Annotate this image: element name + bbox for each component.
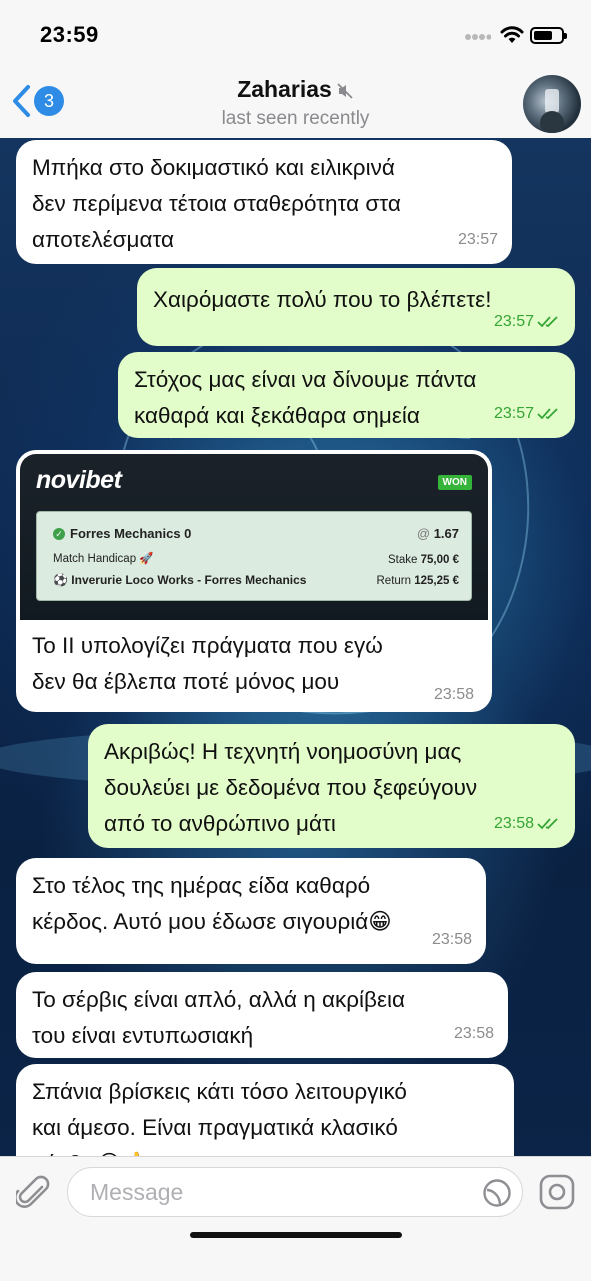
stake-value: 75,00 € xyxy=(420,554,459,566)
message-bubble-incoming[interactable]: Στο τέλος της ημέρας είδα καθαρό κέρδος.… xyxy=(16,858,486,964)
camera-icon[interactable] xyxy=(538,1173,576,1211)
stake-label: Stake xyxy=(388,554,418,566)
message-time: 23:58 xyxy=(431,931,472,948)
status-bar: 23:59 xyxy=(0,0,591,72)
last-seen-status: last seen recently xyxy=(221,108,370,129)
message-time: 23:57 xyxy=(493,313,534,330)
message-bubble-outgoing[interactable]: Στόχος μας είναι να δίνουμε πάντα καθαρά… xyxy=(118,352,575,438)
bet-selection: ✓ Forres Mechanics 0 xyxy=(53,526,191,541)
home-indicator[interactable] xyxy=(190,1232,402,1238)
message-time: 23:57 xyxy=(493,405,534,422)
won-badge: WON xyxy=(437,475,472,490)
message-text: Μπήκα στο δοκιμαστικό και ειλικρινά δεν … xyxy=(32,155,401,252)
wifi-icon xyxy=(500,26,524,43)
return-value: 125,25 € xyxy=(414,575,459,587)
chat-header: 3 Zaharias last seen recently xyxy=(0,72,591,139)
sticker-icon[interactable] xyxy=(482,1178,512,1208)
bet-odds: @ 1.67 xyxy=(417,526,459,541)
soccer-ball-icon: ⚽ xyxy=(53,573,68,587)
message-time: 23:58 xyxy=(453,1025,494,1042)
message-bubble-incoming[interactable]: Μπήκα στο δοκιμαστικό και ειλικρινά δεν … xyxy=(16,140,512,264)
signal-icon xyxy=(465,34,491,40)
message-bubble-outgoing[interactable]: Χαιρόμαστε πολύ που το βλέπετε! 23:57 xyxy=(137,268,575,346)
message-bubble-image[interactable]: novibet WON ✓ Forres Mechanics 0 @ 1.67 … xyxy=(16,450,492,712)
bet-market: Match Handicap 🚀 xyxy=(53,553,154,565)
message-text: Ακριβώς! Η τεχνητή νοημοσύνη μας δουλεύε… xyxy=(104,739,478,836)
message-text: Το ΙΙ υπολογίζει πράγματα που εγώ δεν θα… xyxy=(32,633,383,694)
event-label: Inverurie Loco Works - Forres Mechanics xyxy=(71,573,307,587)
novibet-logo: novibet xyxy=(36,466,122,494)
odds-value: 1.67 xyxy=(433,526,459,541)
muted-icon xyxy=(337,83,353,99)
return-label: Return xyxy=(376,575,412,587)
double-check-icon xyxy=(537,316,558,328)
message-time: 23:58 xyxy=(493,815,534,832)
message-time: 23:57 xyxy=(457,231,498,248)
odds-prefix: @ xyxy=(416,526,431,541)
message-time: 23:58 xyxy=(433,686,474,703)
battery-icon xyxy=(530,27,567,44)
message-field[interactable] xyxy=(67,1167,523,1217)
message-text: Στο τέλος της ημέρας είδα καθαρό κέρδος.… xyxy=(32,873,392,934)
double-check-icon xyxy=(537,818,558,830)
contact-name[interactable]: Zaharias xyxy=(0,76,591,103)
contact-name-label: Zaharias xyxy=(237,76,332,102)
message-input-bar xyxy=(0,1156,591,1281)
bet-event: ⚽ Inverurie Loco Works - Forres Mechanic… xyxy=(53,573,306,587)
avatar-photo xyxy=(540,89,564,133)
selection-label: Forres Mechanics 0 xyxy=(70,526,192,541)
avatar[interactable] xyxy=(523,75,581,133)
status-time: 23:59 xyxy=(40,22,99,47)
message-bubble-incoming[interactable]: Το σέρβις είναι απλό, αλλά η ακρίβεια το… xyxy=(16,972,508,1058)
bet-return: Return 125,25 € xyxy=(377,575,460,587)
check-circle-icon: ✓ xyxy=(53,527,65,540)
message-text: Το σέρβις είναι απλό, αλλά η ακρίβεια το… xyxy=(32,987,406,1048)
bet-slip: ✓ Forres Mechanics 0 @ 1.67 Match Handic… xyxy=(36,511,472,601)
bet-stake: Stake 75,00 € xyxy=(388,554,459,566)
double-check-icon xyxy=(537,408,558,420)
message-bubble-outgoing[interactable]: Ακριβώς! Η τεχνητή νοημοσύνη μας δουλεύε… xyxy=(88,724,575,848)
paperclip-icon[interactable] xyxy=(16,1175,52,1213)
battery-level xyxy=(534,31,552,40)
bet-slip-image[interactable]: novibet WON ✓ Forres Mechanics 0 @ 1.67 … xyxy=(20,454,488,620)
message-input[interactable] xyxy=(88,1178,472,1207)
